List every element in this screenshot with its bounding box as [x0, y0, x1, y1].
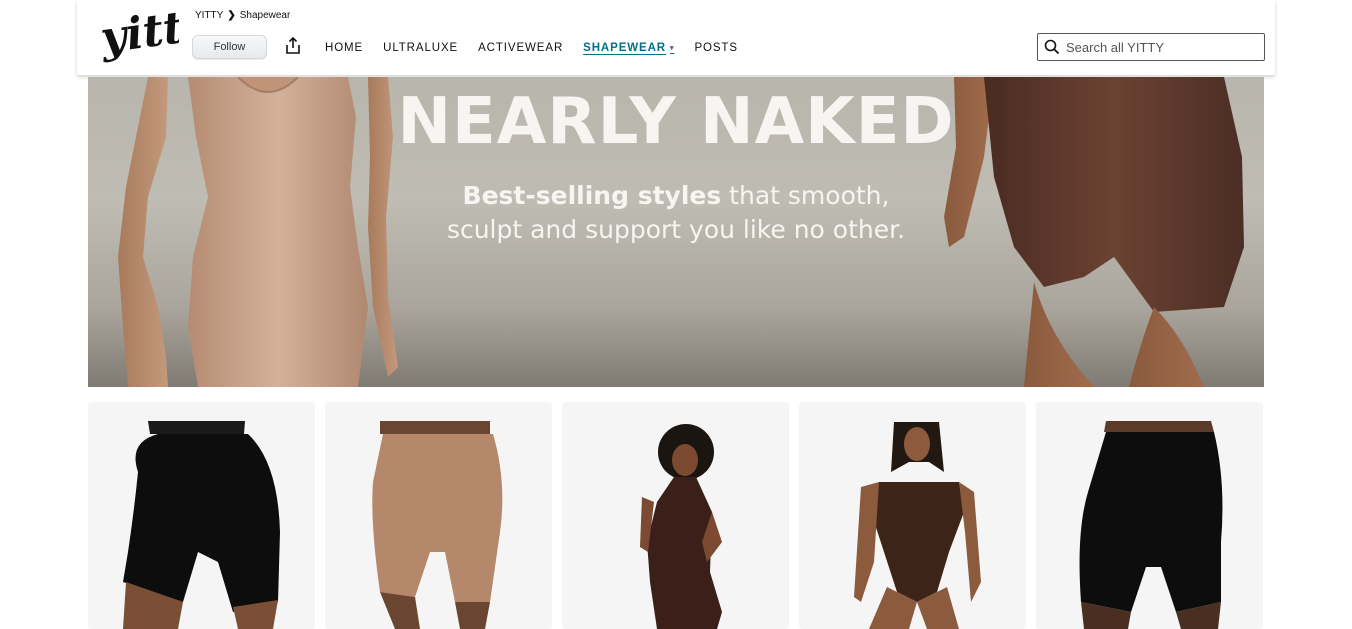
hero-banner[interactable]: NEARLY NAKED Best-selling styles that sm…	[88, 77, 1264, 387]
breadcrumb: YITTY ❯ Shapewear	[195, 10, 290, 21]
nav-home[interactable]: HOME	[325, 42, 363, 54]
product-grid	[88, 402, 1264, 629]
product-card[interactable]	[325, 402, 552, 629]
hero-subtitle-rest: that smooth,	[721, 181, 890, 210]
hero-subtitle-line-2: sculpt and support you like no other.	[446, 215, 906, 244]
share-icon[interactable]	[284, 36, 302, 56]
nav-posts[interactable]: POSTS	[694, 42, 737, 54]
breadcrumb-current[interactable]: Shapewear	[240, 10, 291, 21]
hero-subtitle-bold: Best-selling styles	[462, 181, 722, 210]
nav-ultraluxe[interactable]: ULTRALUXE	[383, 42, 458, 54]
search-icon[interactable]	[1044, 39, 1060, 55]
store-nav: HOME ULTRALUXE ACTIVEWEAR SHAPEWEAR ▾ POS…	[325, 42, 758, 54]
product-card[interactable]	[562, 402, 789, 629]
store-header: yitty YITTY ❯ Shapewear Follow HOME ULTR…	[76, 0, 1276, 75]
nav-shapewear[interactable]: SHAPEWEAR ▾	[583, 42, 674, 54]
product-image-black-shorts-2	[1079, 421, 1223, 629]
product-image-brown-bodysuit	[640, 424, 722, 629]
search-input[interactable]	[1066, 39, 1256, 55]
nav-activewear[interactable]: ACTIVEWEAR	[478, 42, 563, 54]
product-image-black-shorts	[123, 421, 280, 629]
product-card[interactable]	[799, 402, 1026, 629]
hero-title: NEARLY NAKED	[397, 85, 955, 159]
breadcrumb-store[interactable]: YITTY	[195, 10, 223, 21]
breadcrumb-separator-icon: ❯	[227, 10, 236, 21]
product-image-nude-shorts	[372, 421, 503, 629]
chevron-down-icon[interactable]: ▾	[670, 44, 674, 52]
search-box[interactable]	[1037, 33, 1265, 61]
svg-text:yitty: yitty	[99, 4, 179, 64]
yitty-logo[interactable]: yitty	[99, 4, 179, 68]
product-card[interactable]	[1036, 402, 1263, 629]
follow-button[interactable]: Follow	[192, 35, 267, 59]
hero-subtitle: Best-selling styles that smooth, sculpt …	[88, 179, 1264, 247]
product-image-brown-thong-bodysuit	[854, 422, 981, 629]
product-card[interactable]	[88, 402, 315, 629]
